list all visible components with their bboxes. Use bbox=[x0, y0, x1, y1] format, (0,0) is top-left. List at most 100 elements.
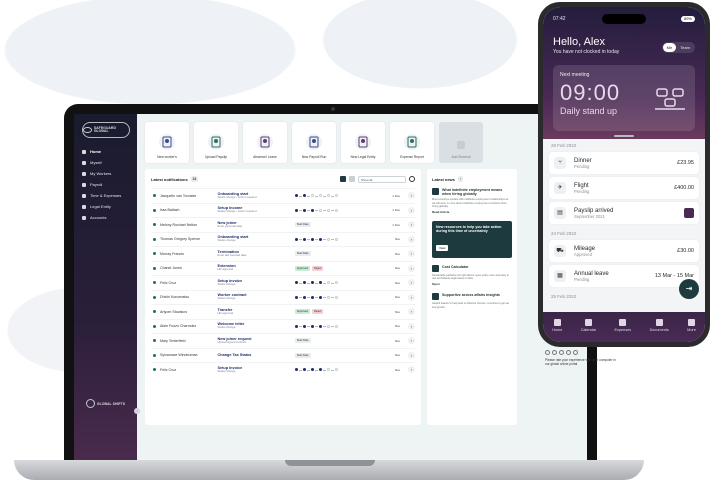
table-row[interactable]: Chanel Jones Extension HR approval Approved… bbox=[151, 260, 415, 276]
table-row[interactable]: Alain Fuozo Charnolez Welcome letter Statu… bbox=[151, 318, 415, 334]
chevron-right-icon[interactable]: › bbox=[408, 337, 415, 345]
sidebar-item-payroll[interactable]: Payroll bbox=[74, 179, 137, 190]
status-tag[interactable]: Reject bbox=[312, 309, 324, 315]
table-row[interactable]: Thomas Gregory Spence Onboarding start Sta… bbox=[151, 231, 415, 247]
worker-name: Mary Tenterfield bbox=[159, 338, 186, 343]
chevron-right-icon[interactable]: › bbox=[408, 235, 415, 243]
tile-icon bbox=[306, 134, 322, 150]
sidebar-item-home[interactable]: Home bbox=[74, 146, 137, 157]
progress-step bbox=[294, 324, 298, 328]
refresh-icon[interactable] bbox=[409, 176, 415, 182]
table-row[interactable]: Murray Francis Termination Enter last fore… bbox=[151, 246, 415, 261]
table-row[interactable]: Dhichi Konomatsu Worker contract Status ch… bbox=[151, 289, 415, 305]
download-icon[interactable] bbox=[684, 208, 694, 218]
news-item-link[interactable]: Read Article bbox=[432, 210, 512, 214]
chevron-right-icon[interactable]: › bbox=[408, 206, 415, 214]
sidebar-item-legal-entity[interactable]: Legal Entity bbox=[74, 201, 137, 212]
status-tag[interactable]: Start Date bbox=[294, 352, 311, 358]
brand-logo[interactable]: SAFEGUARD GLOBAL bbox=[81, 122, 130, 138]
chevron-right-icon[interactable]: › bbox=[408, 264, 415, 272]
worker-name: Murray Francis bbox=[159, 251, 184, 256]
progress-line bbox=[322, 326, 326, 327]
shortcut-tile[interactable]: New Payroll Run bbox=[292, 122, 336, 163]
status-tag[interactable]: Start Date bbox=[294, 338, 311, 344]
list-view-icon[interactable] bbox=[349, 176, 355, 182]
progress-step bbox=[310, 295, 314, 299]
sidebar-item-myself[interactable]: Myself bbox=[74, 157, 137, 168]
event-cell: Termination Enter last forecast date bbox=[218, 250, 295, 258]
progress-step bbox=[302, 295, 306, 299]
news-arrow-icon[interactable]: › bbox=[457, 176, 463, 182]
news-item[interactable]: New resources to help you take action du… bbox=[432, 221, 512, 258]
shortcut-tile[interactable]: Expense Report bbox=[390, 122, 434, 163]
chevron-right-icon[interactable]: › bbox=[408, 308, 415, 316]
meeting-label: Next meeting bbox=[560, 72, 590, 78]
status-tag[interactable]: Reject bbox=[312, 265, 324, 271]
rating-dots[interactable] bbox=[545, 350, 620, 355]
table-row[interactable]: Artyom Stovakov Transfer HR approval Approv… bbox=[151, 304, 415, 319]
sidebar-item-time-expenses[interactable]: Time & Expenses bbox=[74, 190, 137, 201]
table-row[interactable]: Sylvanowe Windeumae Change Tax Status Star… bbox=[151, 347, 415, 363]
sheet-handle[interactable] bbox=[614, 135, 634, 137]
chevron-right-icon[interactable]: › bbox=[408, 221, 415, 229]
me-team-toggle[interactable]: Me Team bbox=[661, 42, 695, 53]
status-tag[interactable]: Start Date bbox=[294, 251, 311, 257]
shortcut-tile[interactable]: New worker's bbox=[145, 122, 189, 163]
shortcut-tile[interactable]: New Legal Entity bbox=[341, 122, 385, 163]
status-tag[interactable]: Approved bbox=[294, 309, 310, 315]
item-status: Pending bbox=[574, 276, 590, 282]
plane-icon: ✈ bbox=[554, 182, 566, 194]
date-header: 28 Feb 2022 bbox=[551, 143, 577, 148]
chevron-right-icon[interactable]: › bbox=[408, 293, 415, 301]
tab-home[interactable]: Home bbox=[552, 319, 562, 332]
grid-view-icon[interactable] bbox=[340, 176, 346, 182]
next-meeting-card[interactable]: Next meeting 09:00 Daily stand up bbox=[553, 65, 695, 131]
news-title: Latest news bbox=[432, 176, 455, 182]
sidebar-item-my-workers[interactable]: My Workers bbox=[74, 168, 137, 179]
home-icon bbox=[82, 149, 86, 154]
shortcut-tile[interactable]: Add Shortcut bbox=[439, 122, 483, 163]
chevron-right-icon[interactable]: › bbox=[408, 322, 415, 330]
tab-more[interactable]: More bbox=[687, 319, 696, 332]
chevron-right-icon[interactable]: › bbox=[408, 279, 415, 287]
list-item[interactable]: ⛟ Mileage Approved £30.00 bbox=[549, 240, 699, 262]
tab-calendar[interactable]: Calendar bbox=[581, 319, 596, 332]
tab-documents[interactable]: Documents bbox=[650, 319, 669, 332]
toggle-team[interactable]: Team bbox=[676, 43, 694, 52]
chevron-right-icon[interactable]: › bbox=[408, 366, 415, 374]
filter-select[interactable]: Show all bbox=[358, 175, 406, 183]
list-item[interactable]: ▦ Annual leave Pending 13 Mar - 15 Mar bbox=[549, 265, 699, 287]
toggle-me[interactable]: Me bbox=[662, 43, 677, 52]
news-list: What indefinite employment means when hi… bbox=[432, 188, 512, 309]
status-tag[interactable]: Approved bbox=[294, 265, 310, 271]
table-row[interactable]: Mary Tenterfield New joiner request Upload… bbox=[151, 333, 415, 348]
worker-name: Issa Baltazh bbox=[159, 208, 180, 213]
status-cell bbox=[294, 237, 378, 241]
payslip-icon: ▤ bbox=[554, 207, 566, 219]
item-status: Pending bbox=[574, 188, 590, 194]
table-row[interactable]: Melony Rochael Nelton New joiner Enter per… bbox=[151, 217, 415, 232]
table-row[interactable]: Issa Baltazh Setup income Status change - … bbox=[151, 202, 415, 218]
table-row[interactable]: Felic Cruz Setup invoice Status change Nov › bbox=[151, 275, 415, 290]
date-header: 24 Feb 2022 bbox=[551, 231, 577, 236]
list-item[interactable]: ✈ Flight Pending £400.00 bbox=[549, 177, 699, 199]
chevron-right-icon[interactable]: › bbox=[408, 250, 415, 258]
news-item[interactable]: What indefinite employment means when hi… bbox=[432, 188, 512, 214]
shortcut-tile[interactable]: Upload Payslip bbox=[194, 122, 238, 163]
chevron-right-icon[interactable]: › bbox=[408, 192, 415, 200]
clock-in-button[interactable]: ⇥ bbox=[679, 279, 699, 299]
shortcut-tile[interactable]: Absence/ Leave bbox=[243, 122, 287, 163]
sidebar-item-accounts[interactable]: Accounts bbox=[74, 212, 137, 223]
item-status: Pending bbox=[574, 163, 590, 169]
list-item[interactable]: ⑂ Dinner Pending £23.95 bbox=[549, 152, 699, 174]
list-item[interactable]: ▤ Payslip arrived September 2021 bbox=[549, 202, 699, 224]
news-item-link[interactable]: View bbox=[436, 244, 449, 251]
news-item[interactable]: Supportive across affairs Insights Helpfu… bbox=[432, 293, 512, 309]
tab-expenses[interactable]: Expenses bbox=[615, 319, 631, 332]
chevron-right-icon[interactable]: › bbox=[408, 351, 415, 359]
table-row[interactable]: Jacquelin van Torvalse Onboarding start St… bbox=[151, 188, 415, 203]
status-tag[interactable]: Start Date bbox=[294, 222, 311, 228]
news-item[interactable]: Cost Calculator Sustainable pathway into … bbox=[432, 264, 512, 286]
news-item-link[interactable]: Open bbox=[432, 282, 512, 286]
table-row[interactable]: Felic Cruz Setup invoice Status change Nov › bbox=[151, 362, 415, 377]
